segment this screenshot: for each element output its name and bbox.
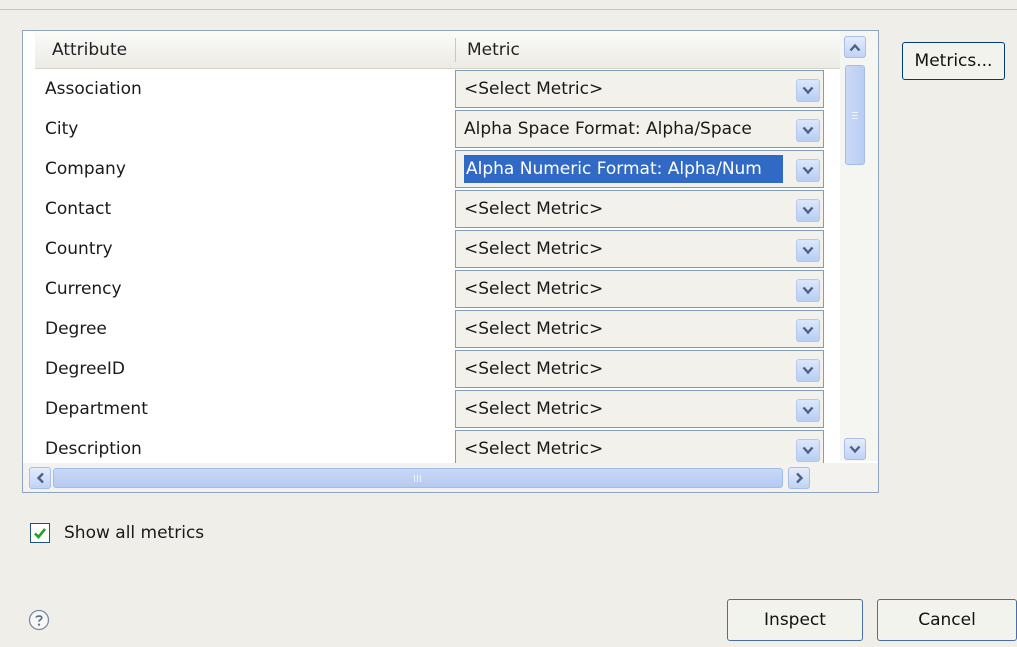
metric-dropdown-button[interactable]	[796, 79, 820, 102]
attribute-cell: Contact	[45, 199, 112, 219]
column-header-metric[interactable]: Metric	[455, 31, 840, 68]
table-row[interactable]: Department <Select Metric>	[35, 389, 840, 429]
metric-select-value: <Select Metric>	[464, 359, 604, 379]
metric-dropdown-button[interactable]	[796, 199, 820, 222]
attribute-cell: DegreeID	[45, 359, 125, 379]
table-row[interactable]: Contact <Select Metric>	[35, 189, 840, 229]
metric-select[interactable]: <Select Metric>	[455, 350, 824, 388]
metric-select-value: <Select Metric>	[464, 439, 604, 459]
attribute-metric-table[interactable]: Attribute Metric Association <Select Metr…	[22, 30, 879, 493]
metrics-button[interactable]: Metrics...	[902, 42, 1005, 80]
metric-dropdown-button[interactable]	[796, 319, 820, 342]
table-row[interactable]: Company Alpha Numeric Format: Alpha/Num	[35, 149, 840, 189]
metric-select[interactable]: Alpha Numeric Format: Alpha/Num	[455, 150, 824, 188]
inspect-button[interactable]: Inspect	[727, 599, 863, 641]
attribute-cell: Department	[45, 399, 148, 419]
table-row[interactable]: DegreeID <Select Metric>	[35, 349, 840, 389]
horizontal-scrollbar[interactable]	[23, 463, 878, 492]
vertical-scrollbar[interactable]	[840, 31, 878, 461]
scroll-up-button[interactable]	[844, 36, 866, 58]
chevron-down-icon	[802, 126, 814, 135]
scroll-left-button[interactable]	[29, 467, 51, 489]
metric-dropdown-button[interactable]	[796, 279, 820, 302]
horizontal-scroll-thumb[interactable]	[53, 468, 783, 488]
metric-select-value: <Select Metric>	[464, 279, 604, 299]
vertical-scroll-thumb[interactable]	[845, 65, 865, 165]
metric-dropdown-button[interactable]	[796, 399, 820, 422]
metric-select[interactable]: <Select Metric>	[455, 230, 824, 268]
metric-select-value: <Select Metric>	[464, 79, 604, 99]
metric-select-value: <Select Metric>	[464, 199, 604, 219]
table-header: Attribute Metric	[35, 31, 840, 69]
metric-dropdown-button[interactable]	[796, 239, 820, 262]
show-all-metrics-option[interactable]: Show all metrics	[30, 520, 204, 546]
attribute-cell: Currency	[45, 279, 122, 299]
metric-select[interactable]: <Select Metric>	[455, 270, 824, 308]
scroll-right-button[interactable]	[788, 467, 810, 489]
metric-select-value: Alpha Numeric Format: Alpha/Num	[464, 155, 783, 183]
table-row[interactable]: Currency <Select Metric>	[35, 269, 840, 309]
chevron-down-icon	[802, 166, 814, 175]
chevron-down-icon	[849, 445, 861, 453]
chevron-down-icon	[802, 246, 814, 255]
attribute-cell: City	[45, 119, 79, 139]
help-icon[interactable]	[28, 609, 50, 631]
chevron-down-icon	[802, 326, 814, 335]
metric-select[interactable]: <Select Metric>	[455, 390, 824, 428]
metric-select[interactable]: <Select Metric>	[455, 310, 824, 348]
metric-dropdown-button[interactable]	[796, 359, 820, 382]
chevron-left-icon	[36, 472, 44, 484]
chevron-up-icon	[849, 43, 861, 51]
checkmark-icon	[34, 528, 47, 539]
table-row[interactable]: Country <Select Metric>	[35, 229, 840, 269]
metric-dropdown-button[interactable]	[796, 119, 820, 142]
top-separator	[0, 9, 1017, 10]
table-row[interactable]: Degree <Select Metric>	[35, 309, 840, 349]
show-all-metrics-checkbox[interactable]	[30, 523, 50, 543]
chevron-right-icon	[795, 472, 803, 484]
table-row[interactable]: Association <Select Metric>	[35, 69, 840, 109]
table-body: Association <Select Metric> City Alpha Spac…	[35, 69, 840, 469]
chevron-down-icon	[802, 406, 814, 415]
metric-dropdown-button[interactable]	[796, 159, 820, 182]
scroll-down-button[interactable]	[844, 438, 866, 460]
show-all-metrics-label[interactable]: Show all metrics	[64, 523, 204, 543]
metric-select-value: Alpha Space Format: Alpha/Space	[464, 119, 752, 139]
attribute-cell: Company	[45, 159, 126, 179]
chevron-down-icon	[802, 366, 814, 375]
metric-select[interactable]: Alpha Space Format: Alpha/Space	[455, 110, 824, 148]
chevron-down-icon	[802, 86, 814, 95]
chevron-down-icon	[802, 206, 814, 215]
attribute-cell: Country	[45, 239, 113, 259]
column-header-attribute[interactable]: Attribute	[35, 31, 455, 68]
table-row[interactable]: City Alpha Space Format: Alpha/Space	[35, 109, 840, 149]
cancel-button[interactable]: Cancel	[877, 599, 1017, 641]
metric-dropdown-button[interactable]	[796, 439, 820, 462]
attribute-cell: Degree	[45, 319, 107, 339]
attribute-cell: Association	[45, 79, 142, 99]
chevron-down-icon	[802, 286, 814, 295]
metric-select[interactable]: <Select Metric>	[455, 70, 824, 108]
chevron-down-icon	[802, 446, 814, 455]
metric-select[interactable]: <Select Metric>	[455, 190, 824, 228]
metric-select-value: <Select Metric>	[464, 239, 604, 259]
metric-select-value: <Select Metric>	[464, 319, 604, 339]
metric-select-value: <Select Metric>	[464, 399, 604, 419]
